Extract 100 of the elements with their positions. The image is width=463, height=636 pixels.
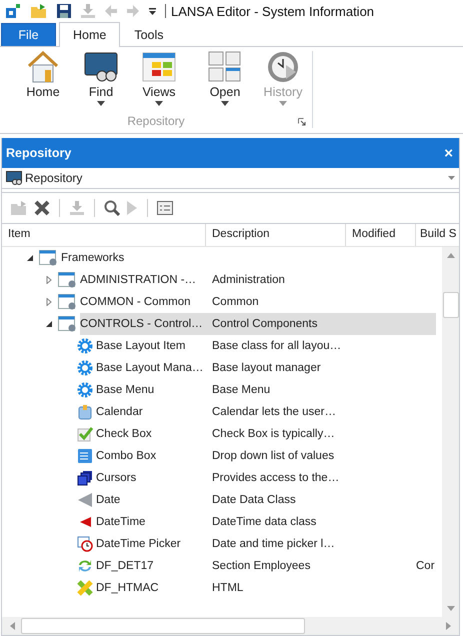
- download-icon[interactable]: [69, 200, 85, 216]
- item-name: DateTime Picker: [96, 538, 181, 550]
- tree-row[interactable]: COMMON - Common Common: [2, 291, 436, 313]
- item-name: ADMINISTRATION -…: [80, 274, 196, 286]
- tree-row[interactable]: ADMINISTRATION -… Administration: [2, 269, 436, 291]
- column-header[interactable]: Description: [206, 224, 346, 246]
- caret-icon: [448, 176, 455, 180]
- item-name: DF_DET17: [96, 560, 154, 572]
- ribbon-button[interactable]: Find: [72, 51, 130, 106]
- group-label: Repository: [127, 114, 185, 128]
- item-name: Cursors: [96, 472, 136, 484]
- description-text: Drop down list of values: [212, 450, 334, 462]
- tree-row[interactable]: Cursors Provides access to the…: [2, 467, 436, 489]
- tree-row[interactable]: Base Layout Item Base class for all layou…: [2, 335, 436, 357]
- description-text: Check Box is typically…: [212, 428, 335, 440]
- framework-icon: [58, 294, 77, 310]
- stacked-squares-icon: [77, 470, 93, 486]
- tree-row[interactable]: Base Menu Base Menu: [2, 379, 436, 401]
- description-text: Administration: [212, 274, 285, 286]
- framework-icon: [58, 272, 77, 288]
- scroll-right-icon[interactable]: [446, 622, 451, 630]
- column-header[interactable]: Build S: [416, 224, 459, 246]
- item-name: CONTROLS - Control…: [80, 313, 206, 335]
- collapsed-triangle-icon[interactable]: [45, 298, 53, 306]
- folder-icon[interactable]: [10, 200, 28, 216]
- ribbon-tab[interactable]: Tools: [120, 23, 178, 46]
- column-header[interactable]: Modified: [346, 224, 416, 246]
- description-text: Section Employees: [212, 560, 310, 572]
- column-header[interactable]: Item: [2, 224, 206, 246]
- caret-icon: [221, 101, 229, 106]
- item-name: Check Box: [96, 428, 152, 440]
- download-icon[interactable]: [80, 3, 96, 19]
- description-text: Base layout manager: [212, 362, 321, 374]
- calendar-clock-icon: [77, 536, 93, 552]
- description-text: Base class for all layou…: [212, 340, 342, 352]
- list-box-icon: [77, 448, 93, 464]
- tree-row[interactable]: DF_DET17 Section Employees Cor: [2, 555, 436, 577]
- vertical-scrollbar[interactable]: [442, 247, 459, 617]
- folder-icon[interactable]: [30, 3, 48, 19]
- item-name: COMMON - Common: [80, 296, 191, 308]
- clock-icon: [266, 51, 300, 83]
- ribbon-tab[interactable]: Home: [59, 22, 120, 47]
- item-name: Base Menu: [96, 384, 154, 396]
- scroll-up-icon[interactable]: [446, 253, 454, 258]
- item-name: DateTime: [96, 516, 146, 528]
- back-arrow-icon[interactable]: [104, 4, 118, 18]
- tree-row[interactable]: Calendar Calendar lets the user…: [2, 401, 436, 423]
- close-button[interactable]: ×: [442, 144, 455, 162]
- left-triangle-icon: [77, 492, 93, 508]
- caret-icon: [279, 101, 287, 106]
- description-text: Common: [212, 296, 259, 308]
- tree-row[interactable]: Frameworks: [2, 247, 436, 269]
- tree-row[interactable]: CONTROLS - Control… Control Components: [2, 313, 436, 335]
- tree-row[interactable]: Date Date Data Class: [2, 489, 436, 511]
- scroll-down-icon[interactable]: [446, 606, 454, 611]
- gear-icon: [77, 338, 93, 354]
- ribbon-button[interactable]: Views: [130, 51, 188, 106]
- delete-icon[interactable]: [34, 200, 50, 216]
- customize-caret-icon[interactable]: [148, 6, 157, 16]
- tree-row[interactable]: Check Box Check Box is typically…: [2, 423, 436, 445]
- scroll-left-icon[interactable]: [10, 622, 15, 630]
- description-text: Control Components: [212, 318, 318, 330]
- expanded-triangle-icon[interactable]: [26, 254, 34, 262]
- repository-dropdown[interactable]: Repository: [2, 168, 459, 189]
- tree-row[interactable]: DateTime Picker Date and time picker l…: [2, 533, 436, 555]
- ribbon-button[interactable]: Open: [196, 51, 254, 106]
- framework-icon: [58, 316, 77, 332]
- window-tiles-icon: [208, 51, 242, 83]
- binoculars-monitor-icon: [84, 51, 118, 83]
- scrollbar-thumb[interactable]: [21, 618, 305, 634]
- table-cell: Cor: [416, 560, 435, 572]
- monitor-icon: [6, 171, 22, 185]
- caret-icon: [155, 101, 163, 106]
- list-view-icon[interactable]: [157, 201, 173, 215]
- tree-row[interactable]: DateTime DateTime data class: [2, 511, 436, 533]
- house-icon: [26, 51, 60, 83]
- file-menu-button[interactable]: File: [1, 23, 56, 46]
- description-text: DateTime data class: [212, 516, 316, 528]
- dialog-launcher-icon[interactable]: [298, 118, 306, 126]
- views-grid-icon: [142, 51, 176, 83]
- pane-title: Repository: [6, 146, 72, 160]
- scrollbar-thumb[interactable]: [442, 292, 458, 318]
- tree-row[interactable]: Base Layout Mana… Base layout manager: [2, 357, 436, 379]
- expanded-triangle-icon[interactable]: [45, 320, 53, 328]
- description-text: HTML: [212, 582, 244, 594]
- play-icon[interactable]: [126, 200, 138, 216]
- item-name: Combo Box: [96, 450, 156, 462]
- save-icon[interactable]: [56, 3, 72, 19]
- search-icon[interactable]: [104, 200, 120, 216]
- framework-icon: [39, 250, 58, 266]
- item-name: DF_HTMAC: [96, 582, 159, 594]
- ribbon-button[interactable]: Home: [14, 51, 72, 106]
- tree-row[interactable]: DF_HTMAC HTML: [2, 577, 436, 599]
- tree-row[interactable]: Combo Box Drop down list of values: [2, 445, 436, 467]
- forward-arrow-icon[interactable]: [126, 4, 140, 18]
- description-text: Date and time picker l…: [212, 538, 335, 550]
- collapsed-triangle-icon[interactable]: [45, 276, 53, 284]
- cross-icon: [77, 580, 93, 596]
- horizontal-scrollbar[interactable]: [2, 617, 459, 635]
- gear-icon: [77, 360, 93, 376]
